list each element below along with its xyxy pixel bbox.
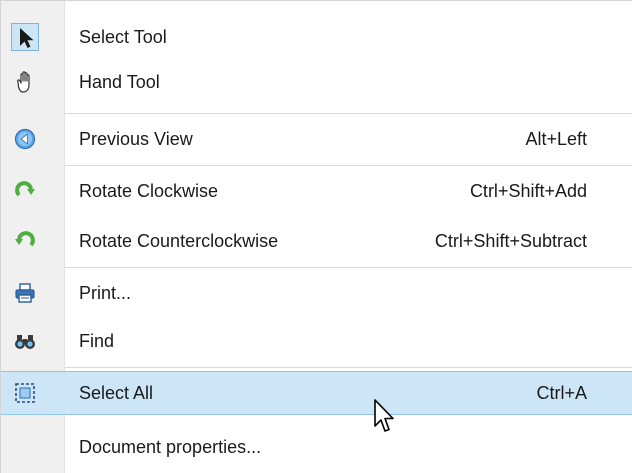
menu-item-find[interactable]: Find bbox=[1, 321, 632, 361]
menu-item-label: Hand Tool bbox=[79, 72, 160, 92]
menu-item-label: Select Tool bbox=[79, 27, 167, 47]
menu-item-document-properties[interactable]: Document properties... bbox=[1, 427, 632, 467]
context-menu: Select Tool Hand Tool Previous View Alt+… bbox=[0, 0, 632, 473]
hand-icon bbox=[11, 68, 39, 96]
menu-item-print[interactable]: Print... bbox=[1, 273, 632, 313]
menu-separator bbox=[65, 165, 632, 166]
menu-separator bbox=[65, 113, 632, 114]
menu-item-label: Print... bbox=[79, 283, 132, 303]
menu-item-shortcut: Ctrl+Shift+Add bbox=[469, 181, 587, 201]
menu-item-hand-tool[interactable]: Hand Tool bbox=[1, 62, 632, 102]
menu-item-rotate-clockwise[interactable]: Rotate Clockwise Ctrl+Shift+Add bbox=[1, 171, 632, 211]
menu-item-label: Previous View bbox=[79, 129, 193, 149]
menu-item-shortcut: Ctrl+A bbox=[536, 383, 587, 403]
select-all-icon bbox=[11, 379, 39, 407]
menu-item-select-tool[interactable]: Select Tool bbox=[1, 17, 632, 57]
back-arrow-circle-icon bbox=[11, 125, 39, 153]
menu-item-shortcut: Ctrl+Shift+Subtract bbox=[434, 231, 587, 251]
menu-item-shortcut: Alt+Left bbox=[525, 129, 587, 149]
rotate-clockwise-icon bbox=[11, 177, 39, 205]
menu-item-rotate-counterclockwise[interactable]: Rotate Counterclockwise Ctrl+Shift+Subtr… bbox=[1, 221, 632, 261]
binoculars-icon bbox=[11, 327, 39, 355]
menu-item-label: Rotate Clockwise bbox=[79, 181, 219, 201]
printer-icon bbox=[11, 279, 39, 307]
menu-separator bbox=[65, 267, 632, 268]
menu-item-label: Rotate Counterclockwise bbox=[79, 231, 279, 251]
menu-item-select-all[interactable]: Select All Ctrl+A bbox=[1, 371, 632, 415]
menu-separator bbox=[65, 367, 632, 368]
mouse-pointer-icon bbox=[374, 399, 394, 432]
menu-item-label: Find bbox=[79, 331, 115, 351]
menu-item-label: Select All bbox=[79, 383, 154, 403]
arrow-pointer-icon bbox=[11, 23, 39, 51]
menu-item-label: Document properties... bbox=[79, 437, 262, 457]
rotate-counterclockwise-icon bbox=[11, 227, 39, 255]
menu-item-previous-view[interactable]: Previous View Alt+Left bbox=[1, 119, 632, 159]
